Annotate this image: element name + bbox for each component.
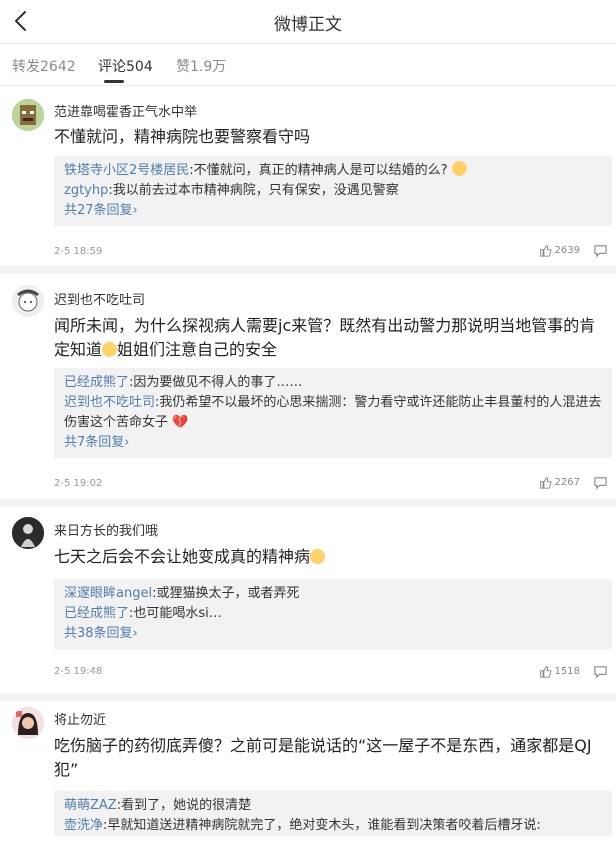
thumbs-up-icon <box>539 244 551 257</box>
more-replies-link[interactable]: 共7条回复› <box>64 433 602 453</box>
reply-text: :不懂就问，真正的精神病人是可以结婚的么? <box>189 163 448 178</box>
comment-username[interactable]: 将止勿近 <box>54 709 106 728</box>
reply-item: 萌萌ZAZ:看到了，她说的很清楚 <box>64 796 602 816</box>
comment-username[interactable]: 来日方长的我们哦 <box>54 520 158 539</box>
reply-item: 铁塔寺小区2号楼居民:不懂就问，真正的精神病人是可以结婚的么? <box>64 161 602 181</box>
reply-item: 已经成熊了:因为要做见不得人的事了…… <box>64 373 602 393</box>
reply-text: :看到了，她说的很清楚 <box>116 798 252 813</box>
reply-username[interactable]: 铁塔寺小区2号楼居民 <box>64 163 189 178</box>
comment-username[interactable]: 迟到也不吃吐司 <box>54 289 145 308</box>
reply-username[interactable]: zgtyhp <box>64 183 108 198</box>
page-title: 微博正文 <box>274 15 342 35</box>
more-replies-link[interactable]: 共27条回复› <box>64 201 602 221</box>
thumbs-up-icon <box>539 665 551 678</box>
reply-username[interactable]: 壶洗净 <box>64 818 103 833</box>
like-count: 1518 <box>554 666 580 677</box>
like-count: 2639 <box>554 245 580 256</box>
reply-item: zgtyhp:我以前去过本市精神病院，只有保安，没遇见警察 <box>64 181 602 201</box>
comment-text: 七天之后会不会让她变成真的精神病 <box>54 545 602 569</box>
reply-box[interactable]: 铁塔寺小区2号楼居民:不懂就问，真正的精神病人是可以结婚的么? zgtyhp:我… <box>54 156 612 226</box>
emoji-icon <box>310 549 326 564</box>
comment-bubble-icon[interactable] <box>593 476 608 490</box>
reply-item: 深邃眼眸angel:或狸猫换太子，或者弄死 <box>64 584 602 604</box>
top-bar: 微博正文 <box>0 0 616 44</box>
avatar-image-icon <box>12 285 44 317</box>
reply-username[interactable]: 迟到也不吃吐司 <box>64 395 155 410</box>
avatar-image-icon <box>12 517 44 549</box>
reply-item: 壶洗净:早就知道送进精神病院就完了，绝对变木头，谁能看到决策者咬着后槽牙说: <box>64 816 602 836</box>
tab-comments[interactable]: 评论504 <box>98 56 153 76</box>
comment-text-part: 七天之后会不会让她变成真的精神病 <box>54 547 311 566</box>
reply-item: 迟到也不吃吐司:我仍希望不以最坏的心思来揣测：警力看守或许还能防止丰县董村的人混… <box>64 393 602 433</box>
emoji-icon <box>102 342 118 357</box>
reply-text: :因为要做见不得人的事了…… <box>129 375 303 390</box>
comment-card: 范进靠喝霍香正气水中举 不懂就问，精神病院也要警察看守吗 铁塔寺小区2号楼居民:… <box>0 87 616 265</box>
reply-text: :或狸猫换太子，或者弄死 <box>152 586 300 601</box>
more-replies-link[interactable]: 共38条回复› <box>64 624 602 644</box>
like-count: 2267 <box>554 477 580 488</box>
separator <box>0 499 616 507</box>
reply-username[interactable]: 深邃眼眸angel <box>64 586 152 601</box>
reply-text: :我以前去过本市精神病院，只有保安，没遇见警察 <box>108 183 399 198</box>
like-button[interactable]: 1518 <box>539 665 580 678</box>
reply-username[interactable]: 已经成熊了 <box>64 606 129 621</box>
comment-card: 来日方长的我们哦 七天之后会不会让她变成真的精神病 深邃眼眸angel:或狸猫换… <box>0 507 616 693</box>
comment-bubble-icon[interactable] <box>593 665 608 679</box>
reply-text: :也可能喝水si… <box>129 606 222 621</box>
avatar-image-icon <box>12 99 44 131</box>
reply-box[interactable]: 已经成熊了:因为要做见不得人的事了…… 迟到也不吃吐司:我仍希望不以最坏的心思来… <box>54 368 612 458</box>
broken-heart-icon: 💔 <box>172 415 189 430</box>
reply-item: 已经成熊了:也可能喝水si… <box>64 604 602 624</box>
separator <box>0 693 616 701</box>
avatar[interactable] <box>12 99 44 131</box>
comment-text: 吃伤脑子的药彻底弄傻？之前可是能说话的“这一屋子不是东西，通家都是QJ犯” <box>54 736 592 779</box>
like-button[interactable]: 2267 <box>539 476 580 489</box>
reply-username[interactable]: 已经成熊了 <box>64 375 129 390</box>
like-button[interactable]: 2639 <box>539 244 580 257</box>
tab-active-indicator <box>104 80 124 83</box>
tab-reposts[interactable]: 转发2642 <box>12 56 76 76</box>
comment-text-part: 姐姐们注意自己的安全 <box>117 340 278 359</box>
avatar[interactable] <box>12 517 44 549</box>
avatar[interactable] <box>12 285 44 317</box>
comment-text: 不懂就问，精神病院也要警察看守吗 <box>54 127 311 146</box>
reply-text: :早就知道送进精神病院就完了，绝对变木头，谁能看到决策者咬着后槽牙说: <box>103 818 541 833</box>
reply-box[interactable]: 深邃眼眸angel:或狸猫换太子，或者弄死 已经成熊了:也可能喝水si… 共38… <box>54 579 612 649</box>
emoji-icon <box>451 161 467 176</box>
comment-time: 2-5 19:02 <box>54 478 103 489</box>
comment-bubble-icon[interactable] <box>593 244 608 258</box>
thumbs-up-icon <box>539 476 551 489</box>
reply-box[interactable]: 萌萌ZAZ:看到了，她说的很清楚 壶洗净:早就知道送进精神病院就完了，绝对变木头… <box>54 791 612 836</box>
comment-time: 2-5 19:48 <box>54 666 103 677</box>
tab-bar: 转发2642 评论504 赞1.9万 <box>0 44 616 86</box>
comment-text: 闻所未闻，为什么探视病人需要jc来管？既然有出动警力那说明当地管事的肯定知道 姐姐… <box>54 314 602 362</box>
reply-username[interactable]: 萌萌ZAZ <box>64 798 117 813</box>
comment-card: 迟到也不吃吐司 闻所未闻，为什么探视病人需要jc来管？既然有出动警力那说明当地管… <box>0 273 616 499</box>
comment-username[interactable]: 范进靠喝霍香正气水中举 <box>54 101 197 120</box>
comment-card: 将止勿近 吃伤脑子的药彻底弄傻？之前可是能说话的“这一屋子不是东西，通家都是QJ… <box>0 701 616 841</box>
avatar-image-icon <box>12 707 44 739</box>
tab-likes[interactable]: 赞1.9万 <box>176 56 226 76</box>
avatar[interactable] <box>12 707 44 739</box>
separator <box>0 265 616 273</box>
comment-time: 2-5 18:59 <box>54 246 103 257</box>
